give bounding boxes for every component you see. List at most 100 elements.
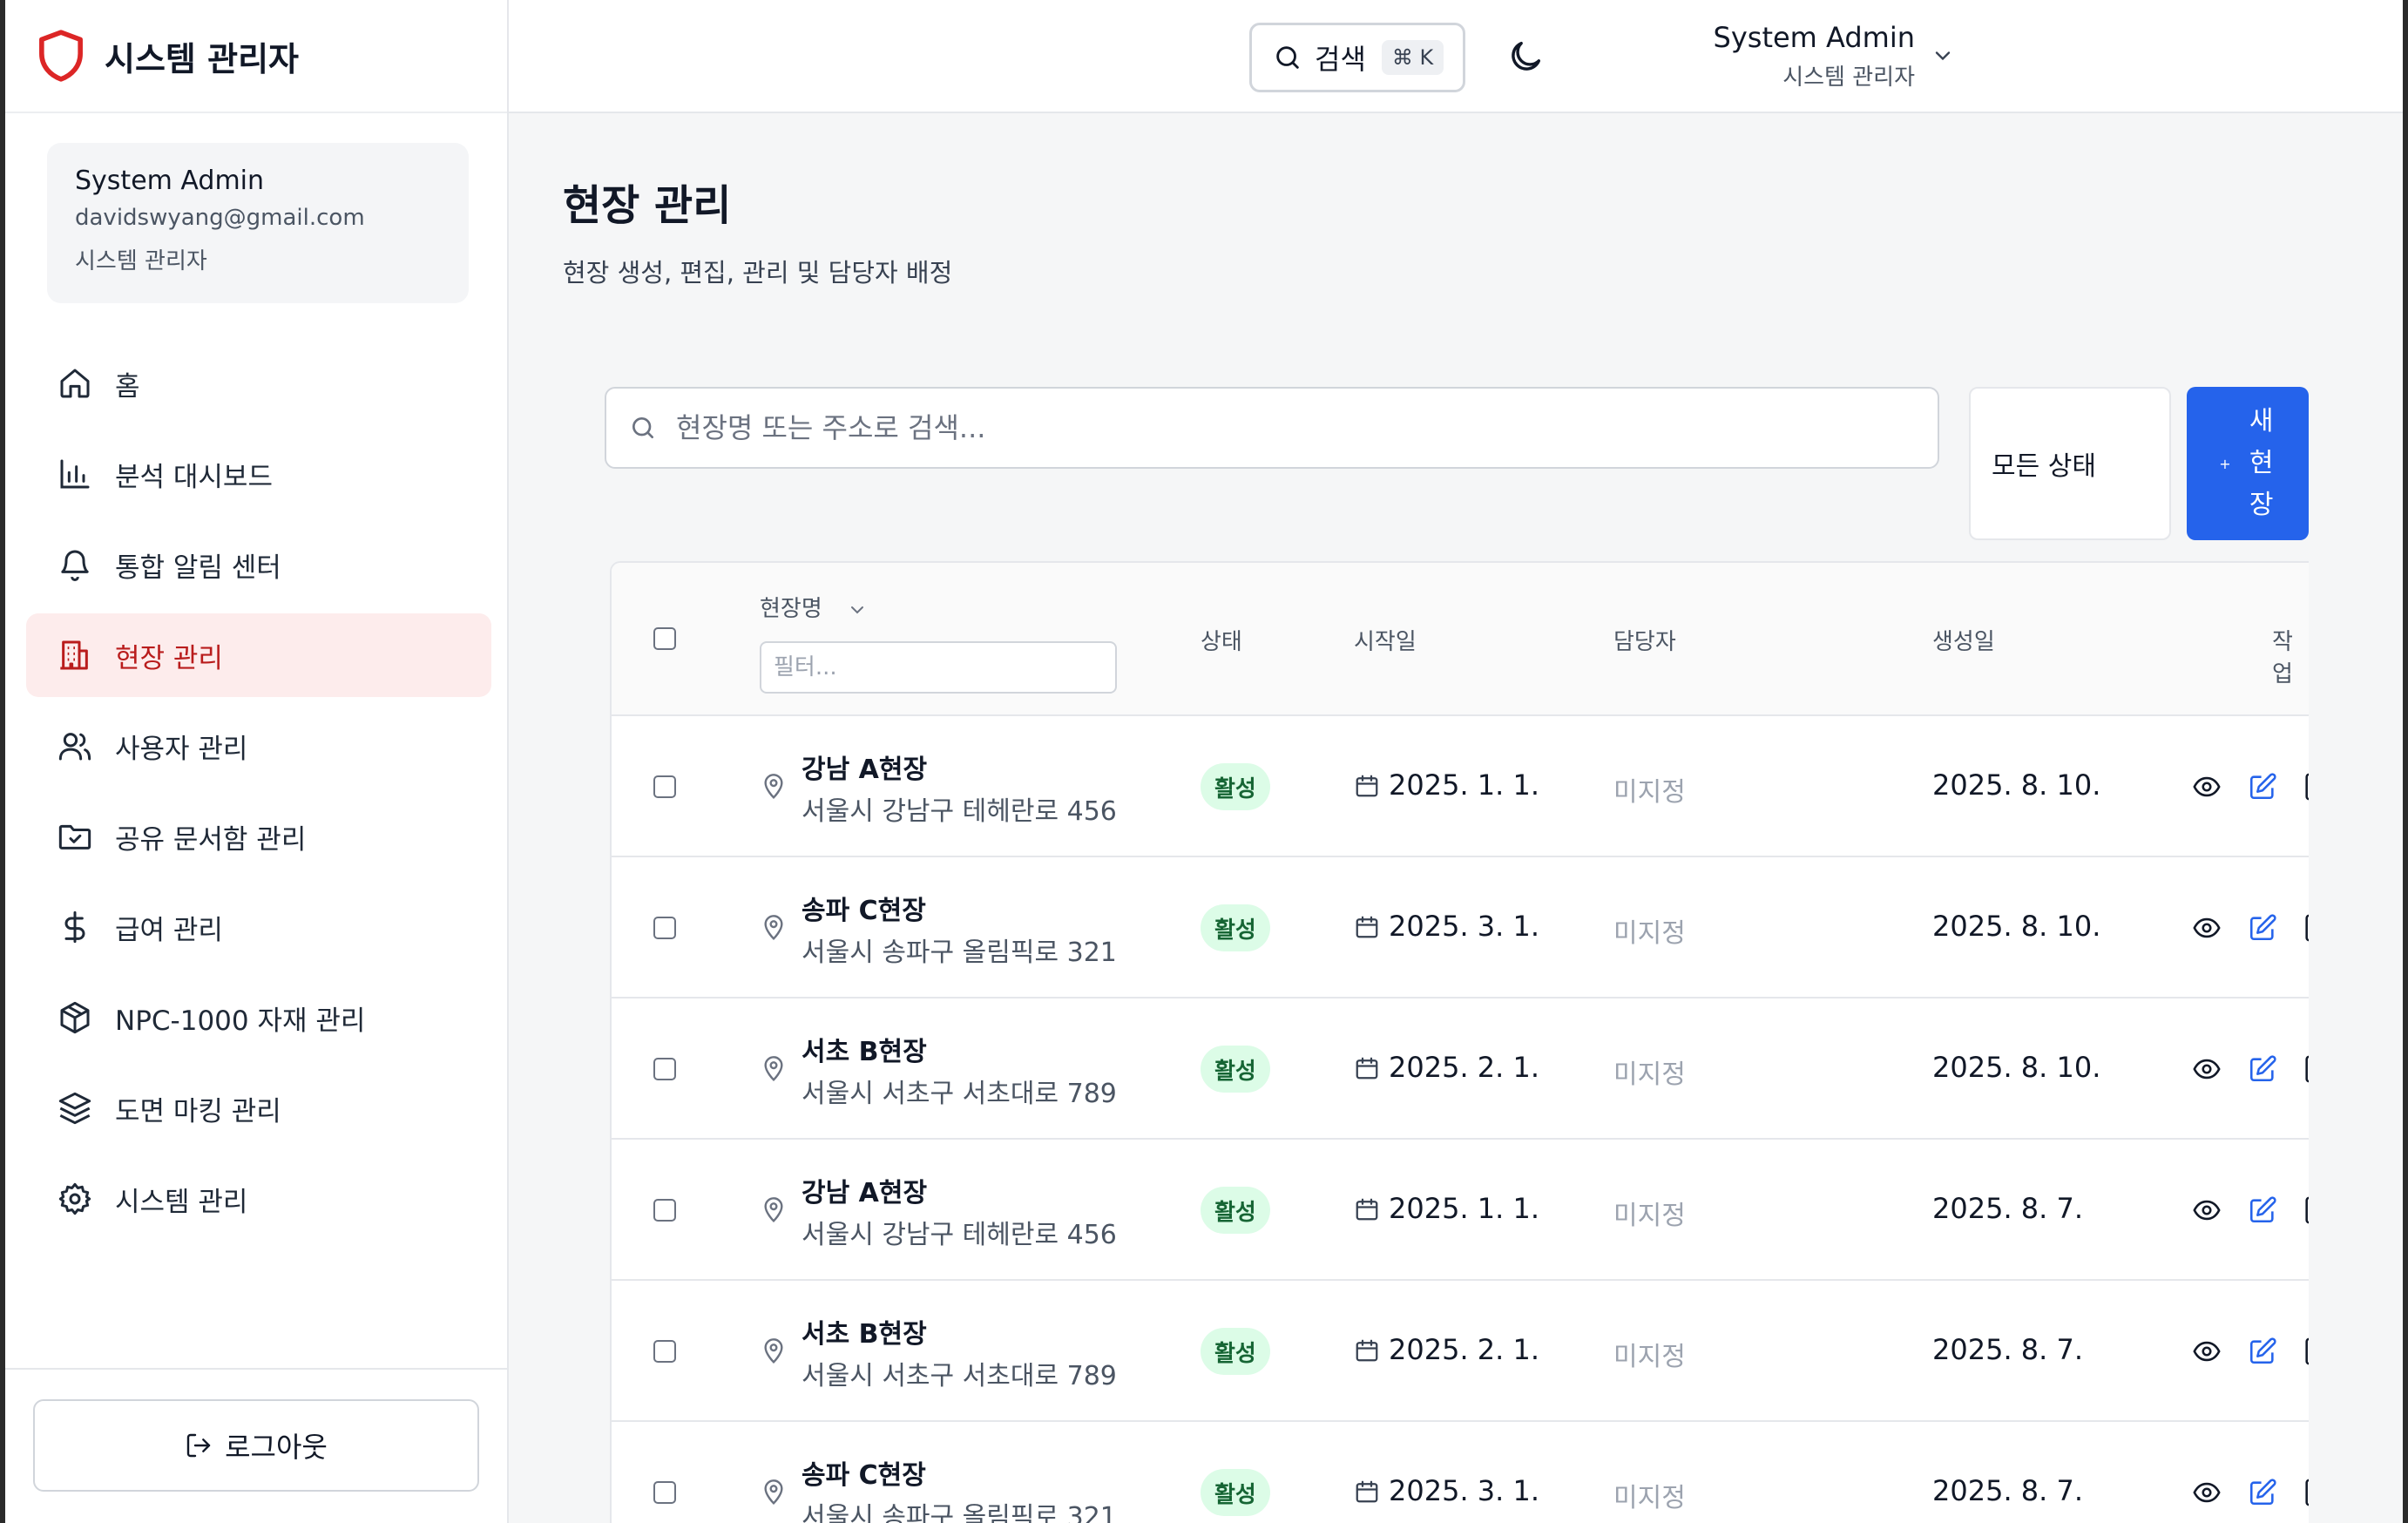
chevron-down-icon[interactable]	[1931, 44, 1955, 68]
document-button[interactable]	[2302, 1478, 2309, 1507]
document-button[interactable]	[2302, 913, 2309, 943]
edit-icon	[2249, 1196, 2276, 1223]
manager-value: 미지정	[1613, 1483, 1686, 1513]
calendar-icon	[1356, 1057, 1378, 1080]
new-site-button[interactable]: + 새 현장	[2187, 387, 2309, 540]
document-button[interactable]	[2302, 1195, 2309, 1225]
column-header-start: 시작일	[1354, 629, 1417, 655]
logout-icon	[186, 1433, 211, 1458]
view-button[interactable]	[2192, 1054, 2222, 1084]
sidebar-item-label: 사용자 관리	[115, 733, 248, 765]
column-header-manager: 담당자	[1613, 629, 1676, 655]
sidebar-item-label: NPC-1000 자재 관리	[115, 1005, 366, 1037]
row-checkbox[interactable]	[653, 1058, 676, 1080]
column-header-created: 생성일	[1932, 629, 1995, 655]
profile-menu[interactable]: System Admin 시스템 관리자	[1601, 21, 1915, 91]
sidebar-item-payroll[interactable]: 급여 관리	[26, 885, 491, 969]
document-button[interactable]	[2302, 1337, 2309, 1366]
start-date: 2025. 3. 1.	[1389, 910, 1540, 943]
calendar-icon	[1356, 1198, 1378, 1221]
sidebar-item-drawing-marking[interactable]: 도면 마킹 관리	[26, 1066, 491, 1150]
site-search-box[interactable]	[605, 387, 1939, 469]
calendar-icon	[1356, 1480, 1378, 1503]
shield-logo-icon	[39, 30, 83, 82]
status-badge: 활성	[1201, 904, 1270, 951]
view-button[interactable]	[2192, 1195, 2222, 1225]
sidebar-item-notifications[interactable]: 통합 알림 센터	[26, 523, 491, 606]
site-name[interactable]: 송파 C현장	[802, 1453, 926, 1492]
manager-value: 미지정	[1613, 1059, 1686, 1090]
global-search-button[interactable]: 검색 ⌘ K	[1249, 23, 1465, 92]
status-badge: 활성	[1201, 1187, 1270, 1234]
sidebar: 시스템 관리자 System Admin davidswyang@gmail.c…	[5, 0, 509, 1523]
site-address: 서울시 서초구 서초대로 789	[802, 1361, 1117, 1391]
home-icon	[57, 366, 92, 401]
sidebar-item-label: 급여 관리	[115, 914, 223, 946]
created-date: 2025. 8. 10.	[1932, 1051, 2101, 1084]
sidebar-item-label: 시스템 관리	[115, 1186, 248, 1218]
site-name[interactable]: 강남 A현장	[802, 1171, 927, 1209]
row-checkbox[interactable]	[653, 1481, 676, 1504]
start-date: 2025. 2. 1.	[1389, 1333, 1540, 1366]
sidebar-item-analytics[interactable]: 분석 대시보드	[26, 432, 491, 516]
calendar-icon	[1356, 1339, 1378, 1362]
user-role: 시스템 관리자	[75, 248, 207, 274]
user-name: System Admin	[75, 166, 265, 196]
document-button[interactable]	[2302, 772, 2309, 802]
sidebar-item-label: 분석 대시보드	[115, 461, 273, 493]
view-button[interactable]	[2192, 1337, 2222, 1366]
sidebar-item-system[interactable]: 시스템 관리	[26, 1157, 491, 1241]
row-checkbox[interactable]	[653, 775, 676, 798]
row-checkbox[interactable]	[653, 917, 676, 939]
page-subtitle: 현장 생성, 편집, 관리 및 담당자 배정	[563, 258, 953, 288]
site-address: 서울시 강남구 테헤란로 456	[802, 1220, 1117, 1250]
sidebar-item-sites[interactable]: 현장 관리	[26, 613, 491, 697]
eye-icon	[2193, 1200, 2221, 1221]
document-icon	[2305, 1055, 2309, 1083]
sidebar-item-materials[interactable]: NPC-1000 자재 관리	[26, 976, 491, 1059]
bar-chart-icon	[57, 457, 92, 491]
page-title: 현장 관리	[563, 181, 732, 230]
sidebar-nav: 홈 분석 대시보드 통합 알림 센터 현장 관리 사용자 관리 공유 문서함 관…	[26, 342, 491, 1248]
edit-button[interactable]	[2248, 772, 2277, 802]
site-name[interactable]: 강남 A현장	[802, 748, 927, 786]
document-button[interactable]	[2302, 1054, 2309, 1084]
row-checkbox[interactable]	[653, 1340, 676, 1363]
created-date: 2025. 8. 7.	[1932, 1333, 2084, 1366]
site-name[interactable]: 송파 C현장	[802, 889, 926, 927]
logout-button[interactable]: 로그아웃	[33, 1399, 479, 1492]
edit-button[interactable]	[2248, 1337, 2277, 1366]
sidebar-item-label: 현장 관리	[115, 642, 223, 674]
edit-button[interactable]	[2248, 1195, 2277, 1225]
dollar-icon	[57, 910, 92, 944]
created-date: 2025. 8. 7.	[1932, 1474, 2084, 1507]
manager-value: 미지정	[1613, 777, 1686, 808]
manager-value: 미지정	[1613, 1201, 1686, 1231]
view-button[interactable]	[2192, 913, 2222, 943]
edit-button[interactable]	[2248, 1054, 2277, 1084]
view-button[interactable]	[2192, 772, 2222, 802]
table-row: 강남 A현장 서울시 강남구 테헤란로 456 활성 2025. 1. 1. 미…	[612, 1140, 2309, 1281]
sidebar-item-home[interactable]: 홈	[26, 342, 491, 425]
select-all-checkbox[interactable]	[653, 627, 676, 650]
sidebar-item-users[interactable]: 사용자 관리	[26, 704, 491, 788]
eye-icon	[2193, 1482, 2221, 1503]
site-name[interactable]: 서초 B현장	[802, 1312, 927, 1350]
status-filter-select[interactable]: 모든 상태	[1969, 387, 2171, 540]
start-date: 2025. 2. 1.	[1389, 1051, 1540, 1084]
status-badge: 활성	[1201, 1469, 1270, 1516]
edit-button[interactable]	[2248, 1478, 2277, 1507]
site-name[interactable]: 서초 B현장	[802, 1030, 927, 1068]
row-checkbox[interactable]	[653, 1199, 676, 1222]
edit-button[interactable]	[2248, 913, 2277, 943]
manager-value: 미지정	[1613, 918, 1686, 949]
chevron-down-icon[interactable]	[847, 599, 868, 620]
created-date: 2025. 8. 10.	[1932, 768, 2101, 802]
theme-toggle-button[interactable]	[1505, 37, 1546, 77]
name-filter-input[interactable]	[760, 641, 1117, 694]
site-search-input[interactable]	[676, 411, 1896, 444]
sidebar-item-shared-docs[interactable]: 공유 문서함 관리	[26, 795, 491, 878]
view-button[interactable]	[2192, 1478, 2222, 1507]
column-header-name[interactable]: 현장명	[760, 591, 822, 623]
table-body: 강남 A현장 서울시 강남구 테헤란로 456 활성 2025. 1. 1. 미…	[612, 716, 2309, 1523]
